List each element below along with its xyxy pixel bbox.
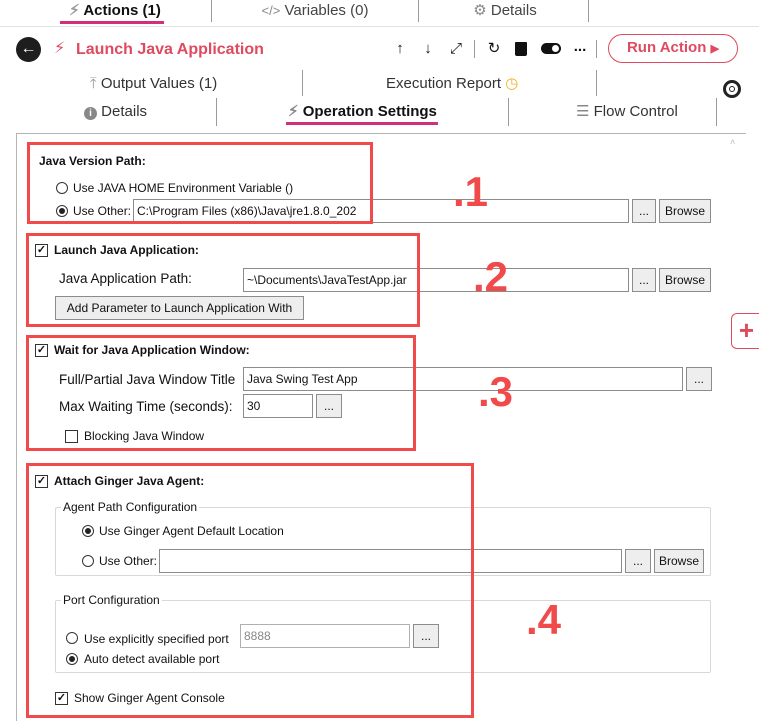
sliders-icon: ☰ — [576, 103, 590, 120]
tab-details-label: Details — [101, 103, 148, 120]
tab-output-values[interactable]: ⤒ Output Values (1) — [90, 74, 217, 94]
tab-divider — [216, 98, 217, 126]
tab-divider — [418, 0, 419, 22]
bolt-icon: ⚡︎ — [54, 40, 66, 57]
tab-flow-control[interactable]: ☰ Flow Control — [576, 102, 678, 122]
tab-divider — [716, 98, 717, 126]
add-side-button[interactable]: + — [731, 313, 759, 349]
toolbar-divider — [596, 40, 597, 58]
java-path-ellipsis-button[interactable]: ... — [632, 199, 656, 223]
tab-details-top-label: Details — [490, 2, 537, 19]
tab-divider — [302, 70, 303, 96]
active-subtab-underline — [286, 122, 438, 125]
info-icon: i — [84, 107, 97, 120]
tab-divider — [508, 98, 509, 126]
move-down-icon[interactable]: ↓ — [418, 40, 438, 60]
java-path-browse-button[interactable]: Browse — [659, 199, 711, 223]
run-action-label: Run Action — [626, 39, 707, 56]
tab-variables[interactable]: </> Variables (0) — [230, 0, 400, 26]
run-action-button[interactable]: Run Action ▶ — [608, 34, 738, 63]
app-path-ellipsis-button[interactable]: ... — [632, 268, 656, 292]
clock-icon: ◷ — [505, 75, 519, 92]
annotation-marker-3: .3 — [478, 368, 514, 415]
tab-output-values-label: Output Values (1) — [100, 75, 218, 92]
upload-icon: ⤒ — [90, 75, 97, 92]
tab-execution-report[interactable]: Execution Report ◷ — [386, 74, 518, 94]
agent-path-ellipsis-button[interactable]: ... — [625, 549, 651, 573]
more-icon[interactable]: ... — [570, 38, 590, 58]
tab-details[interactable]: i Details — [84, 102, 147, 122]
bolt-icon: ⚡︎ — [69, 2, 80, 19]
trash-icon[interactable] — [515, 42, 527, 56]
code-icon: </> — [261, 3, 281, 18]
reset-icon[interactable]: ↻ — [484, 40, 504, 60]
agent-path-browse-button[interactable]: Browse — [654, 549, 704, 573]
tab-divider — [211, 0, 212, 22]
help-lifebuoy-icon[interactable] — [723, 80, 741, 98]
annotation-marker-4: .4 — [526, 596, 562, 643]
app-path-browse-button[interactable]: Browse — [659, 268, 711, 292]
window-title-ellipsis-button[interactable]: ... — [686, 367, 712, 391]
annotation-box-4 — [26, 463, 474, 718]
active-tab-underline — [60, 21, 164, 24]
tab-divider — [588, 0, 589, 22]
play-icon: ▶ — [710, 43, 720, 55]
tab-operation-settings-label: Operation Settings — [302, 103, 437, 120]
action-title: Launch Java Application — [76, 41, 264, 58]
tab-details-top[interactable]: ⚙︎ Details — [440, 0, 570, 26]
move-up-icon[interactable]: ↑ — [390, 40, 410, 60]
tab-flow-control-label: Flow Control — [593, 103, 678, 120]
bolt-icon: ⚡︎ — [288, 103, 299, 120]
tab-divider — [596, 70, 597, 96]
annotation-marker-1: .1 — [453, 168, 489, 215]
toggle-icon[interactable] — [541, 43, 561, 54]
gear-icon: ⚙︎ — [473, 2, 487, 19]
tab-execution-report-label: Execution Report — [386, 75, 502, 92]
annotation-box-1 — [27, 142, 373, 224]
annotation-box-2 — [26, 233, 420, 327]
header-divider — [0, 26, 759, 27]
scroll-up-icon[interactable]: ˄ — [730, 137, 735, 147]
toolbar-divider — [474, 40, 475, 58]
annotation-marker-2: .2 — [473, 253, 509, 300]
back-arrow-icon[interactable]: ← — [16, 37, 41, 62]
tab-actions-label: Actions (1) — [83, 2, 161, 19]
tab-operation-settings[interactable]: ⚡︎ Operation Settings — [288, 102, 437, 122]
annotation-box-3 — [26, 335, 416, 451]
expand-icon[interactable]: ⤢ — [446, 40, 466, 60]
tab-variables-label: Variables (0) — [284, 2, 369, 19]
